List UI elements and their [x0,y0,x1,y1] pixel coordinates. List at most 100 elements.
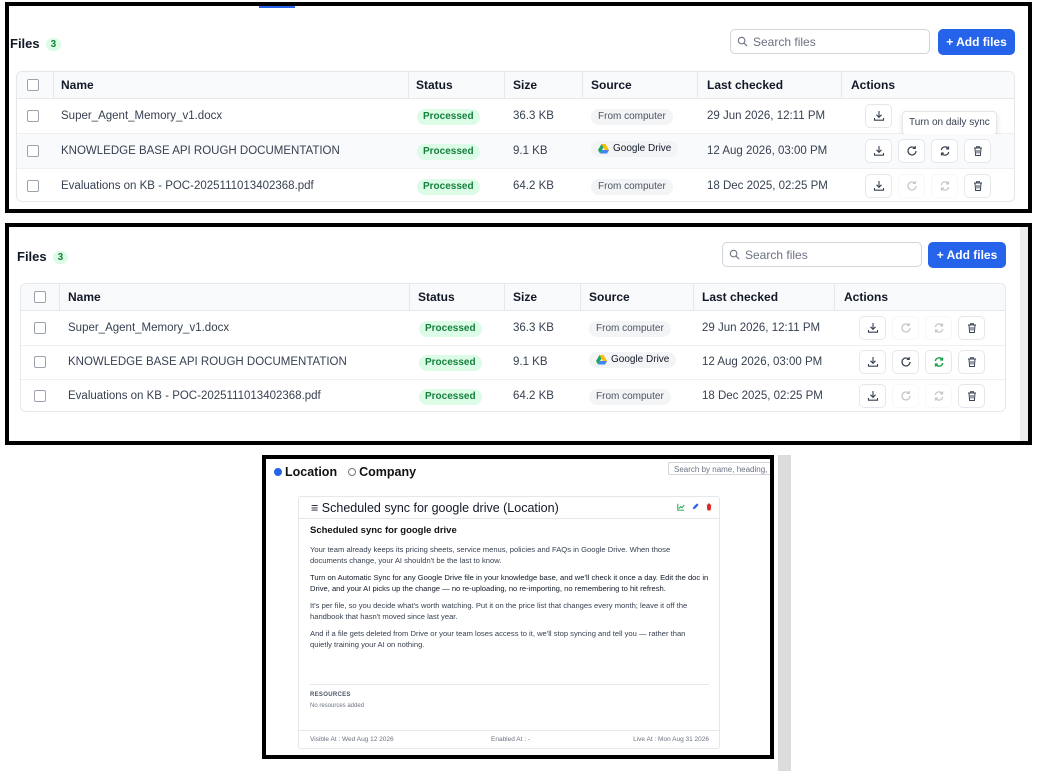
search-input[interactable]: Search files [730,29,930,54]
source-badge: Google Drive [591,141,679,157]
source-badge: From computer [589,389,671,405]
files-title: Files [10,36,40,51]
row-checkbox[interactable] [34,356,46,368]
sync-button[interactable] [925,316,952,340]
status-badge: Processed [419,389,482,405]
chart-icon[interactable] [677,503,685,511]
download-button[interactable] [865,104,892,128]
visible-at: Visible At : Wed Aug 12 2026 [310,736,394,743]
refresh-button[interactable] [892,316,919,340]
row-checkbox[interactable] [34,322,46,334]
refresh-button[interactable] [892,350,919,374]
radio-company-label[interactable]: Company [359,465,416,479]
file-name[interactable]: KNOWLEDGE BASE API ROUGH DOCUMENTATION [68,345,347,379]
add-files-button[interactable]: + Add files [928,242,1006,268]
card-footer: Visible At : Wed Aug 12 2026 Enabled At … [299,730,719,748]
refresh-icon [900,357,911,367]
changelog-card: ≡ Scheduled sync for google drive (Locat… [298,496,720,749]
changelog-panel: Location Company Search by name, heading… [262,455,774,759]
card-body: Scheduled sync for google drive Your tea… [310,525,709,656]
sync-icon [934,357,943,367]
table-row: Super_Agent_Memory_v1.docx Processed 36.… [21,311,1005,346]
download-button[interactable] [859,350,886,374]
file-name[interactable]: Evaluations on KB - POC-2025111013402368… [68,379,321,411]
row-checkbox[interactable] [27,180,39,192]
last-checked: 29 Jun 2026, 12:11 PM [707,110,826,122]
delete-button[interactable] [958,316,985,340]
file-size: 36.3 KB [513,322,554,334]
refresh-button[interactable] [898,139,925,163]
status-badge: Processed [417,144,480,160]
card-actions [677,503,713,511]
download-button[interactable] [859,316,886,340]
delete-icon[interactable] [705,503,713,511]
table-row: Evaluations on KB - POC-2025111013402368… [17,169,1014,201]
add-files-button[interactable]: + Add files [938,29,1015,55]
files-title: Files [17,249,47,264]
file-name[interactable]: Super_Agent_Memory_v1.docx [68,311,229,345]
status-badge: Processed [419,321,482,337]
download-icon [867,357,878,367]
row-checkbox[interactable] [27,110,39,122]
files-count-badge: 3 [45,38,62,51]
row-checkbox[interactable] [34,390,46,402]
resources-empty: No resources added [310,703,365,709]
paragraph: Turn on Automatic Sync for any Google Dr… [310,573,709,593]
trash-icon [967,323,976,333]
column-last-checked: Last checked [702,290,779,304]
files-header: Files 3 [10,36,62,51]
edit-icon[interactable] [691,503,699,511]
delete-button[interactable] [958,384,985,408]
select-all-checkbox[interactable] [34,291,46,303]
source-badge: From computer [591,179,673,195]
sync-button-active[interactable] [925,350,952,374]
files-table: Name Status Size Source Last checked Act… [16,71,1015,202]
download-button[interactable] [865,174,892,198]
radio-company[interactable] [348,468,357,476]
paragraph: And if a file gets deleted from Drive or… [310,629,686,649]
file-size: 9.1 KB [513,145,548,157]
scrollbar[interactable] [1020,227,1028,441]
download-button[interactable] [859,384,886,408]
download-button[interactable] [865,139,892,163]
column-status: Status [418,290,455,304]
radio-location[interactable] [274,468,282,476]
file-name[interactable]: KNOWLEDGE BASE API ROUGH DOCUMENTATION [61,134,340,168]
delete-button[interactable] [964,174,991,198]
sync-icon [940,146,949,156]
delete-button[interactable] [964,139,991,163]
refresh-button[interactable] [892,384,919,408]
search-icon [729,249,740,260]
menu-icon[interactable]: ≡ [311,501,318,515]
column-source: Source [589,290,630,304]
download-icon [867,323,878,333]
card-heading: Scheduled sync for google drive [310,525,457,536]
scrollbar-track[interactable] [778,455,791,771]
delete-button[interactable] [958,350,985,374]
file-name[interactable]: Super_Agent_Memory_v1.docx [61,99,222,133]
radio-location-label[interactable]: Location [285,465,337,479]
table-row: KNOWLEDGE BASE API ROUGH DOCUMENTATION P… [17,134,1014,169]
column-name: Name [61,78,94,92]
column-source: Source [591,78,632,92]
table-row: Evaluations on KB - POC-2025111013402368… [21,379,1005,411]
search-input[interactable]: Search files [722,242,922,267]
file-name[interactable]: Evaluations on KB - POC-2025111013402368… [61,169,314,201]
changelog-search-input[interactable]: Search by name, heading, ke [668,462,770,475]
last-checked: 12 Aug 2026, 03:00 PM [707,145,828,157]
file-size: 9.1 KB [513,356,548,368]
sync-button[interactable] [931,139,958,163]
sync-button[interactable] [931,174,958,198]
column-last-checked: Last checked [707,78,784,92]
refresh-button[interactable] [898,174,925,198]
select-all-checkbox[interactable] [27,79,39,91]
row-checkbox[interactable] [27,145,39,157]
sync-button[interactable] [925,384,952,408]
files-header: Files 3 [17,249,69,264]
status-badge: Processed [417,109,480,125]
trash-icon [967,357,976,367]
status-badge: Processed [417,179,480,195]
column-status: Status [416,78,453,92]
column-actions: Actions [844,290,889,304]
files-panel-top: Files 3 Search files + Add files Name Sta… [5,2,1032,213]
